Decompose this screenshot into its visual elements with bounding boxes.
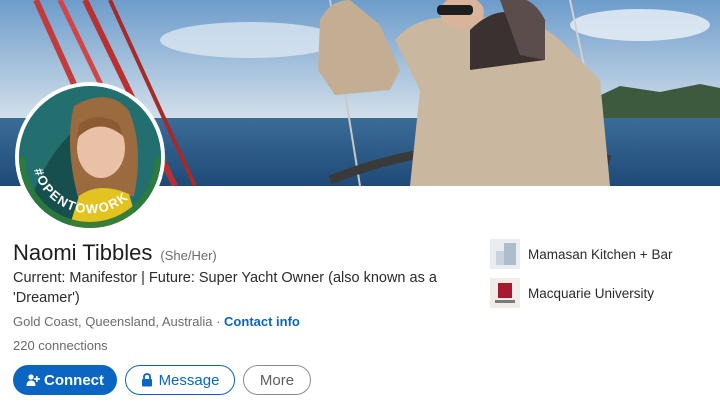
university-logo-icon [490,278,520,308]
message-button[interactable]: Message [125,365,235,395]
more-button[interactable]: More [243,365,311,395]
profile-pronouns: (She/Her) [160,248,217,263]
experience-item-mamasan[interactable]: Mamasan Kitchen + Bar [490,238,672,270]
profile-actions: Connect Message More [13,365,311,395]
experience-education-list: Mamasan Kitchen + Bar Macquarie Universi… [490,238,672,316]
location-row: Gold Coast, Queensland, Australia · Cont… [13,314,300,329]
education-item-macquarie[interactable]: Macquarie University [490,277,672,309]
profile-headline: Current: Manifestor | Future: Super Yach… [13,270,437,306]
avatar-photo: #OPENTOWORK [19,86,161,228]
connections-count[interactable]: 220 connections [13,338,108,353]
company-logo-icon [490,239,520,269]
connect-label: Connect [44,371,104,389]
location-separator: · [216,314,221,329]
contact-info-link[interactable]: Contact info [224,314,300,329]
profile-location: Gold Coast, Queensland, Australia [13,314,213,329]
add-person-icon [26,374,40,386]
name-row: Naomi Tibbles (She/Her) [13,240,217,266]
lock-icon [141,373,152,387]
profile-name: Naomi Tibbles [13,240,153,265]
avatar[interactable]: #OPENTOWORK [19,86,161,228]
message-label: Message [158,371,220,389]
university-name: Macquarie University [528,285,655,301]
more-label: More [259,371,295,389]
connect-button[interactable]: Connect [13,365,117,395]
company-name: Mamasan Kitchen + Bar [528,246,673,262]
